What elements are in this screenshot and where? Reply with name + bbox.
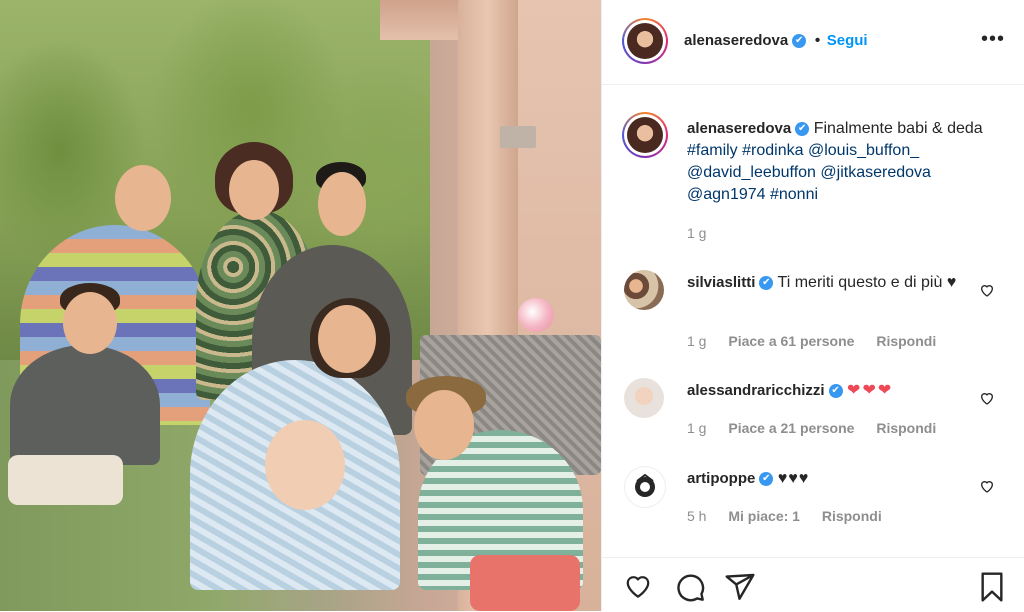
comment-avatar[interactable] <box>624 466 666 508</box>
comment-time[interactable]: 5 h <box>687 508 706 524</box>
comment-time[interactable]: 1 g <box>687 420 706 436</box>
person-man-head <box>318 172 366 236</box>
person-boy-left-shorts <box>8 455 123 505</box>
comment-username[interactable]: silviaslitti <box>687 274 755 291</box>
comment-like-heart-icon[interactable] <box>979 282 995 298</box>
comment-verified-icon: ✔ <box>828 383 843 398</box>
caption-avatar[interactable] <box>627 117 663 153</box>
reply-button[interactable]: Rispondi <box>876 420 936 436</box>
person-grandfather-head <box>115 165 171 231</box>
person-woman-head <box>318 305 376 373</box>
action-bar <box>602 557 1024 612</box>
comment-body: artipoppe ✔ ♥♥♥ <box>687 468 977 490</box>
comment-likes[interactable]: Mi piace: 1 <box>728 508 800 524</box>
person-boy-right-shorts <box>470 555 580 611</box>
share-icon[interactable] <box>724 571 756 603</box>
person-boy-left-head <box>63 292 117 354</box>
person-baby <box>265 420 345 510</box>
balloon <box>518 298 554 332</box>
post-photo[interactable] <box>0 0 601 611</box>
comment-meta: 1 g Piace a 61 persone Rispondi <box>687 333 954 349</box>
author-avatar[interactable] <box>627 23 663 59</box>
mention-link[interactable]: @louis_buffon_ <box>808 142 919 159</box>
comment-verified-icon: ✔ <box>759 471 774 486</box>
follow-button[interactable]: Segui <box>827 32 868 49</box>
comment-icon[interactable] <box>674 571 706 603</box>
comment-text: Ti meriti questo e di più ♥ <box>777 274 957 291</box>
hashtag-link[interactable]: #nonni <box>770 186 818 203</box>
post-sidebar: alenaseredova ✔ • Segui ••• alenaseredova… <box>601 0 1024 611</box>
caption-time[interactable]: 1 g <box>687 225 706 241</box>
caption-username[interactable]: alenaseredova <box>687 120 791 137</box>
header-title-row: alenaseredova ✔ • Segui <box>684 32 868 50</box>
comment-text: ❤❤❤ <box>847 382 894 399</box>
comment-meta: 1 g Piace a 21 persone Rispondi <box>687 420 954 436</box>
hashtag-link[interactable]: #family <box>687 142 738 159</box>
comment-likes[interactable]: Piace a 21 persone <box>728 420 854 436</box>
brand-logo-icon <box>635 473 655 497</box>
reply-button[interactable]: Rispondi <box>876 333 936 349</box>
verified-badge-icon: ✔ <box>792 33 807 48</box>
mention-link[interactable]: @david_leebuffon <box>687 164 816 181</box>
author-username[interactable]: alenaseredova <box>684 32 788 49</box>
caption-text: Finalmente babi & deda <box>813 120 983 137</box>
more-options-icon[interactable]: ••• <box>981 29 1005 49</box>
person-grandmother-head <box>229 160 279 220</box>
comment-verified-icon: ✔ <box>759 275 774 290</box>
mention-link[interactable]: @jitkaseredova <box>820 164 931 181</box>
comment-body: alessandraricchizzi ✔ ❤❤❤ <box>687 380 977 402</box>
bookmark-icon[interactable] <box>978 571 1006 603</box>
caption-verified-icon: ✔ <box>795 121 810 136</box>
comment-time[interactable]: 1 g <box>687 333 706 349</box>
header-separator: • <box>814 32 821 49</box>
comment-text: ♥♥♥ <box>777 470 810 487</box>
comment-meta: 5 h Mi piace: 1 Rispondi <box>687 508 900 524</box>
person-boy-left <box>10 345 160 465</box>
mention-link[interactable]: @agn1974 <box>687 186 766 203</box>
post-header: alenaseredova ✔ • Segui ••• <box>602 0 1024 85</box>
person-boy-right-head <box>414 390 474 460</box>
post-caption: alenaseredova ✔ Finalmente babi & deda #f… <box>687 118 1007 206</box>
comment-username[interactable]: artipoppe <box>687 470 755 487</box>
comment-avatar[interactable] <box>624 270 664 310</box>
wall-lamp <box>500 126 536 148</box>
comment-like-heart-icon[interactable] <box>979 478 995 494</box>
comment-body: silviaslitti ✔ Ti meriti questo e di più … <box>687 272 977 294</box>
hashtag-link[interactable]: #rodinka <box>742 142 803 159</box>
comment-avatar[interactable] <box>624 378 664 418</box>
heart-icon[interactable] <box>622 571 654 601</box>
reply-button[interactable]: Rispondi <box>822 508 882 524</box>
comment-like-heart-icon[interactable] <box>979 390 995 406</box>
comment-likes[interactable]: Piace a 61 persone <box>728 333 854 349</box>
comment-username[interactable]: alessandraricchizzi <box>687 382 825 399</box>
